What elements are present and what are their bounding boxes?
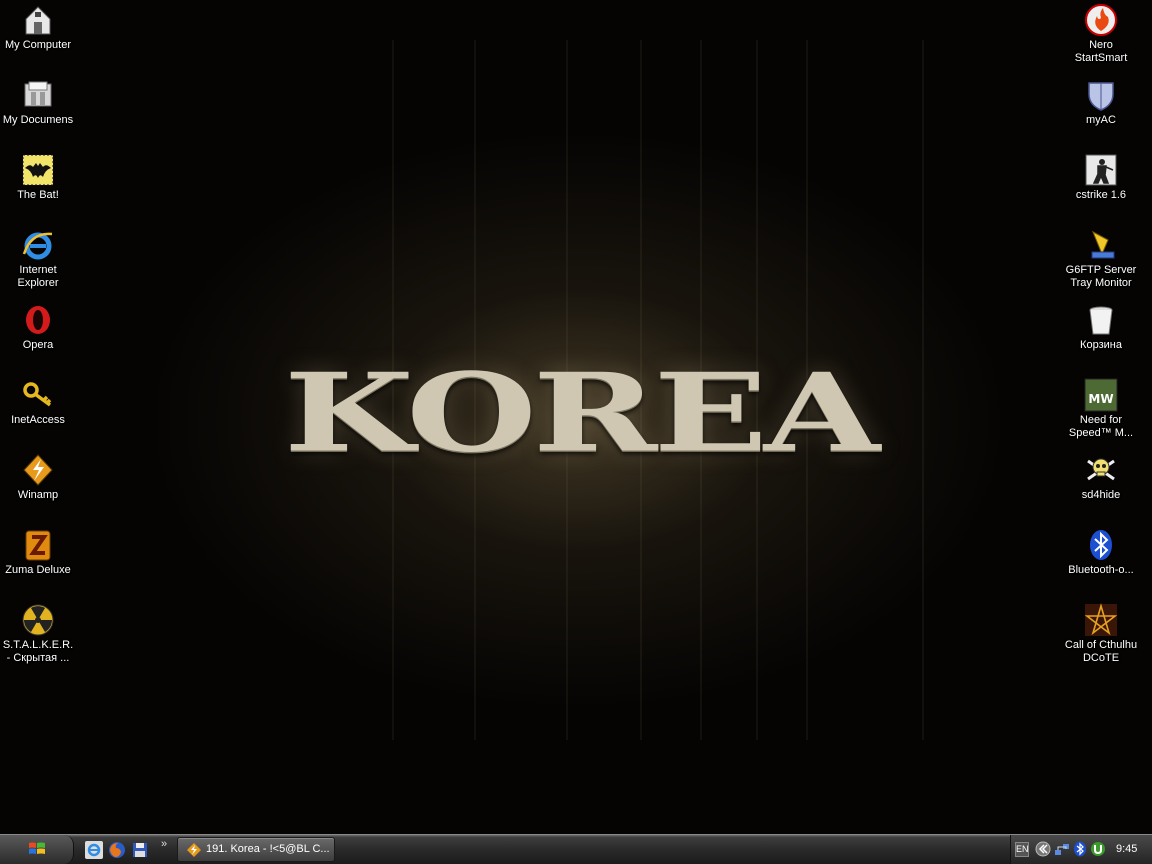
desktop-icon-cstrike[interactable]: cstrike 1.6 bbox=[1063, 153, 1139, 202]
internet-explorer-icon bbox=[21, 228, 55, 262]
winamp-icon bbox=[186, 842, 202, 858]
desktop-icon-sd4hide[interactable]: sd4hide bbox=[1063, 453, 1139, 502]
opera-icon bbox=[21, 303, 55, 337]
bluetooth-icon bbox=[1072, 841, 1088, 857]
desktop-icon-opera[interactable]: Opera bbox=[0, 303, 76, 352]
icon-label: sd4hide bbox=[1081, 489, 1121, 501]
icon-label: InetAccess bbox=[11, 414, 65, 426]
desktop-icon-my-computer[interactable]: My Computer bbox=[0, 3, 76, 52]
desktop-icon-winamp[interactable]: Winamp bbox=[0, 453, 76, 502]
pentagram-icon bbox=[1084, 603, 1118, 637]
utorrent-icon bbox=[1090, 841, 1106, 857]
skull-icon bbox=[1084, 453, 1118, 487]
quicklaunch-internet-explorer[interactable] bbox=[85, 841, 103, 859]
desktop-icon-my-documents[interactable]: My Documens bbox=[0, 78, 76, 127]
icon-label: Winamp bbox=[17, 489, 59, 501]
svg-text:MW: MW bbox=[1088, 392, 1113, 406]
desktop: KOREA My Computer My Documens The Bat! I… bbox=[0, 0, 1152, 834]
key-icon bbox=[21, 378, 55, 412]
icon-label: Call of Cthulhu DCoTE bbox=[1064, 639, 1138, 664]
start-button[interactable] bbox=[0, 835, 74, 864]
icon-label: Internet Explorer bbox=[17, 264, 59, 289]
quicklaunch-firefox[interactable] bbox=[108, 841, 126, 859]
tray-network[interactable] bbox=[1054, 841, 1070, 857]
icon-label: The Bat! bbox=[17, 189, 59, 201]
desktop-icon-call-of-cthulhu[interactable]: Call of Cthulhu DCoTE bbox=[1063, 603, 1139, 665]
tray-utorrent[interactable] bbox=[1090, 841, 1106, 857]
nfs-mw-icon: MW bbox=[1084, 378, 1118, 412]
desktop-icon-nero-startsmart[interactable]: Nero StartSmart bbox=[1063, 3, 1139, 65]
bluetooth-icon bbox=[1084, 528, 1118, 562]
taskbar: » 191. Korea - !<5@BL C... EN 9:45 bbox=[0, 834, 1152, 864]
desktop-icon-stalker[interactable]: S.T.A.L.K.E.R. - Скрытая ... bbox=[0, 603, 76, 665]
language-indicator[interactable]: EN bbox=[1015, 842, 1029, 857]
zuma-icon bbox=[21, 528, 55, 562]
network-icon bbox=[1054, 841, 1070, 857]
icon-label: cstrike 1.6 bbox=[1075, 189, 1127, 201]
quicklaunch-save[interactable] bbox=[131, 841, 149, 859]
icon-label: myAC bbox=[1086, 114, 1116, 126]
quicklaunch-more-button[interactable]: » bbox=[161, 838, 167, 850]
icon-label: Nero StartSmart bbox=[1074, 39, 1128, 64]
desktop-icon-myac[interactable]: myAC bbox=[1063, 78, 1139, 127]
icon-label: S.T.A.L.K.E.R. - Скрытая ... bbox=[2, 639, 74, 664]
my-documents-icon bbox=[21, 78, 55, 112]
icon-label: Zuma Deluxe bbox=[5, 564, 71, 576]
tray-show-hidden-button[interactable] bbox=[1035, 841, 1051, 857]
shield-icon bbox=[1084, 78, 1118, 112]
desktop-icon-recycle-bin[interactable]: Корзина bbox=[1063, 303, 1139, 352]
counter-strike-icon bbox=[1084, 153, 1118, 187]
icon-label: G6FTP Server Tray Monitor bbox=[1065, 264, 1137, 289]
firefox-icon bbox=[108, 841, 126, 859]
windows-logo-icon bbox=[28, 841, 46, 857]
desktop-icon-zuma-deluxe[interactable]: Zuma Deluxe bbox=[0, 528, 76, 577]
system-tray: EN 9:45 bbox=[1010, 835, 1152, 864]
save-icon bbox=[131, 841, 149, 859]
radiation-icon bbox=[21, 603, 55, 637]
taskbar-window-button[interactable]: 191. Korea - !<5@BL C... bbox=[177, 837, 335, 862]
my-computer-icon bbox=[21, 3, 55, 37]
desktop-icon-inetaccess[interactable]: InetAccess bbox=[0, 378, 76, 427]
desktop-icon-bluetooth[interactable]: Bluetooth-o... bbox=[1063, 528, 1139, 577]
icon-label: Корзина bbox=[1080, 339, 1122, 351]
desktop-icon-internet-explorer[interactable]: Internet Explorer bbox=[0, 228, 76, 290]
chevron-left-icon bbox=[1035, 841, 1051, 857]
wallpaper-korea-text: KOREA bbox=[283, 349, 880, 477]
tray-bluetooth[interactable] bbox=[1072, 841, 1088, 857]
nero-icon bbox=[1084, 3, 1118, 37]
icon-label: My Computer bbox=[4, 39, 72, 51]
icon-label: Opera bbox=[22, 339, 54, 351]
icon-label: Need for Speed™ M... bbox=[1068, 414, 1134, 439]
ftp-monitor-icon bbox=[1084, 228, 1118, 262]
winamp-icon bbox=[21, 453, 55, 487]
desktop-icon-need-for-speed[interactable]: MW Need for Speed™ M... bbox=[1063, 378, 1139, 440]
icon-label: My Documens bbox=[2, 114, 74, 126]
icon-label: Bluetooth-o... bbox=[1068, 564, 1134, 576]
clock[interactable]: 9:45 bbox=[1116, 843, 1137, 855]
taskbar-window-title: 191. Korea - !<5@BL C... bbox=[206, 843, 330, 855]
bat-icon bbox=[21, 153, 55, 187]
internet-explorer-icon bbox=[85, 841, 103, 859]
desktop-icon-g6ftp[interactable]: G6FTP Server Tray Monitor bbox=[1063, 228, 1139, 290]
desktop-icon-the-bat[interactable]: The Bat! bbox=[0, 153, 76, 202]
recycle-bin-icon bbox=[1084, 303, 1118, 337]
